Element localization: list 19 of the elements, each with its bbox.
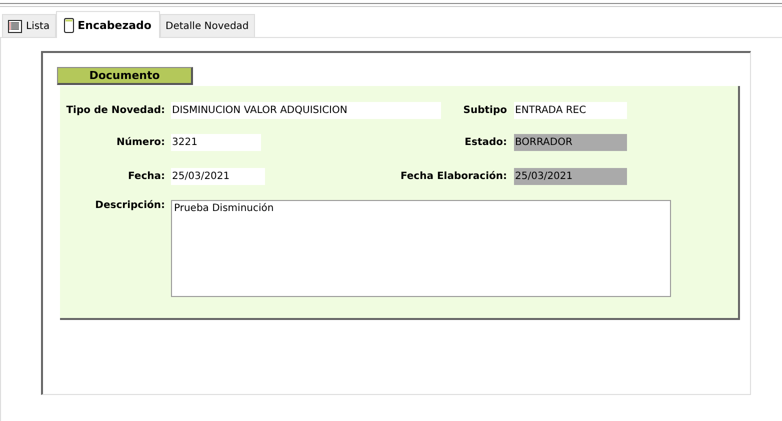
list-icon xyxy=(8,20,22,32)
tab[interactable]: Lista xyxy=(2,14,56,37)
field-label: Estado: xyxy=(464,137,507,148)
input-field[interactable]: 25/03/2021 xyxy=(171,168,265,185)
field-label: Fecha: xyxy=(126,171,165,182)
input-field[interactable]: ENTRADA REC xyxy=(514,102,627,119)
input-field[interactable]: DISMINUCION VALOR ADQUISICION xyxy=(171,102,441,119)
tab[interactable]: Detalle Novedad xyxy=(160,14,255,37)
text-area[interactable]: Prueba Disminución xyxy=(171,200,671,297)
field-label: Número: xyxy=(116,137,165,148)
document-icon xyxy=(64,18,74,32)
field-label: Descripción: xyxy=(94,200,165,211)
field-label: Subtipo xyxy=(462,105,507,116)
field-label: Tipo de Novedad: xyxy=(65,105,165,116)
tab[interactable]: Encabezado xyxy=(56,11,160,38)
field-label: Fecha Elaboración: xyxy=(399,171,507,182)
input-field[interactable]: BORRADOR xyxy=(514,134,627,151)
input-field[interactable]: 25/03/2021 xyxy=(514,168,627,185)
input-field[interactable]: 3221 xyxy=(171,134,261,151)
